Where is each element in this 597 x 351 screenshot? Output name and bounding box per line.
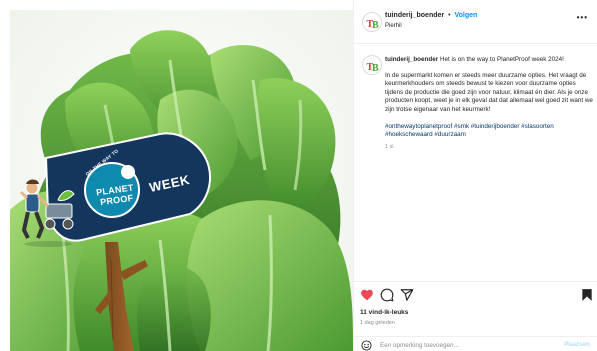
likes-count[interactable]: 11 vind-ik-leuks <box>360 309 408 316</box>
post-image[interactable]: ON THE WAY TO PLANET PROOF WEEK <box>10 10 353 351</box>
tb-logo-icon: T B <box>367 62 380 74</box>
svg-text:B: B <box>372 20 379 31</box>
post-header: T B tuinderij_boender • Volgen Pierhil •… <box>354 0 597 44</box>
comment-input[interactable] <box>380 340 550 351</box>
comment-button[interactable] <box>380 288 394 302</box>
caption-headline: Het is on the way to PlanetProof week 20… <box>439 56 564 63</box>
post-actions: 11 vind-ik-leuks 1 dag geleden Plaatsen <box>354 281 597 351</box>
caption-paragraph: In de supermarkt komen er steeds meer du… <box>385 71 593 113</box>
planet-icon <box>121 165 135 179</box>
post-comment-button[interactable]: Plaatsen <box>564 341 590 348</box>
save-button[interactable] <box>580 288 594 302</box>
more-options-icon[interactable]: ••• <box>577 13 588 22</box>
caption-username[interactable]: tuinderij_boender <box>385 56 438 63</box>
like-button[interactable] <box>360 288 374 302</box>
caption-avatar[interactable]: T B <box>362 55 382 75</box>
bookmark-icon <box>582 289 592 301</box>
emoji-icon[interactable] <box>361 340 372 351</box>
comment-box: Plaatsen <box>354 336 597 351</box>
post-sidebar: T B tuinderij_boender • Volgen Pierhil •… <box>353 0 597 351</box>
location-label[interactable]: Pierhil <box>385 23 402 29</box>
follow-button[interactable]: Volgen <box>454 12 477 19</box>
header-username[interactable]: tuinderij_boender <box>385 12 444 19</box>
tb-logo-icon: T B <box>367 19 380 31</box>
cartoon-farmer-illustration <box>19 179 75 247</box>
comment-icon <box>380 288 394 302</box>
separator-dot: • <box>448 12 451 19</box>
heart-icon <box>361 289 373 301</box>
avatar[interactable]: T B <box>362 12 382 32</box>
caption-time: 1 d. <box>385 143 395 150</box>
posted-time: 1 dag geleden <box>360 320 395 326</box>
post-caption: T B tuinderij_boender Het is on the way … <box>354 52 597 282</box>
caption-hashtags[interactable]: #onthewaytoplanetproof #smk #tuinderijbo… <box>385 123 593 140</box>
share-button[interactable] <box>400 288 414 302</box>
svg-text:B: B <box>372 63 379 74</box>
paper-plane-icon <box>400 289 414 301</box>
